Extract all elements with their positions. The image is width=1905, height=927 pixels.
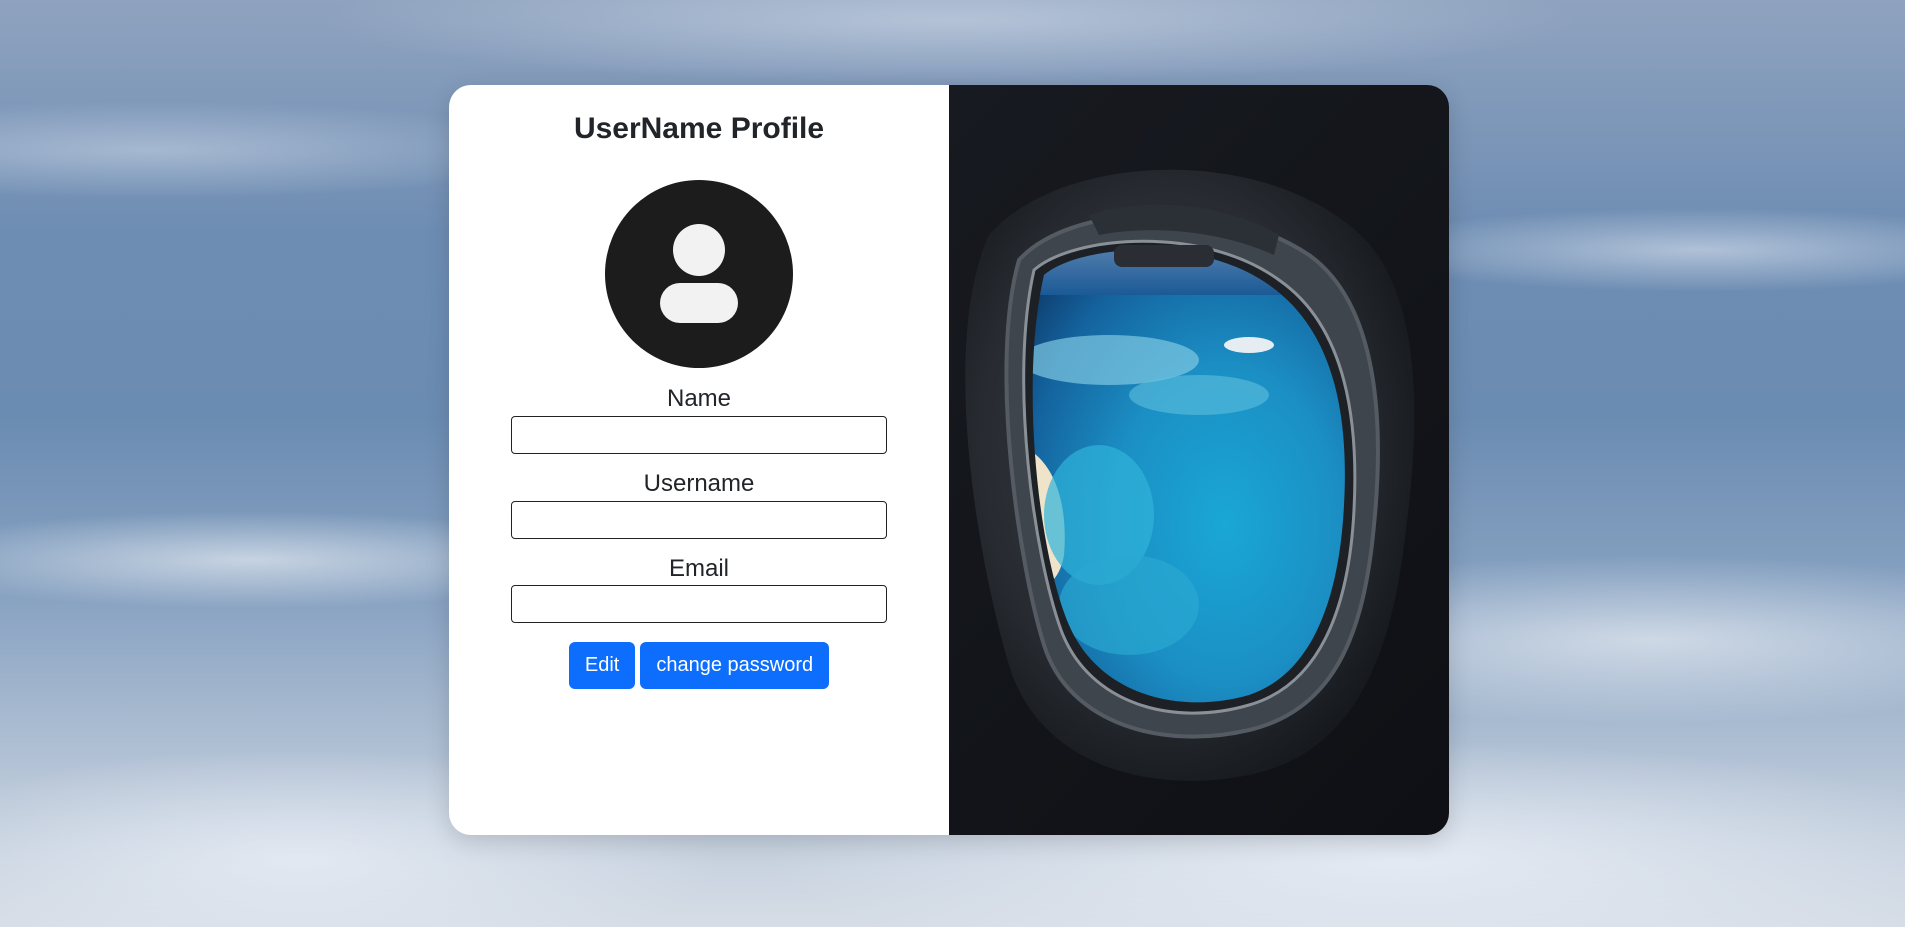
airplane-window-image (949, 85, 1449, 835)
email-field[interactable] (511, 585, 887, 624)
email-label: Email (668, 554, 729, 582)
edit-button[interactable]: Edit (568, 642, 636, 690)
action-buttons: Edit change password (449, 642, 949, 690)
name-field[interactable] (511, 415, 887, 454)
avatar-body (660, 283, 738, 323)
change-password-button[interactable]: change password (640, 642, 830, 690)
user-avatar-icon (605, 180, 793, 368)
airplane-window-illustration (965, 169, 1415, 781)
name-label: Name (666, 385, 732, 412)
avatar-head (673, 224, 725, 276)
profile-card: UserName Profile Name Username Email Edi… (449, 85, 1449, 835)
username-field[interactable] (511, 500, 887, 539)
username-label: Username (643, 469, 755, 497)
profile-panel: UserName Profile Name Username Email Edi… (449, 85, 949, 835)
page-title: UserName Profile (573, 112, 825, 145)
